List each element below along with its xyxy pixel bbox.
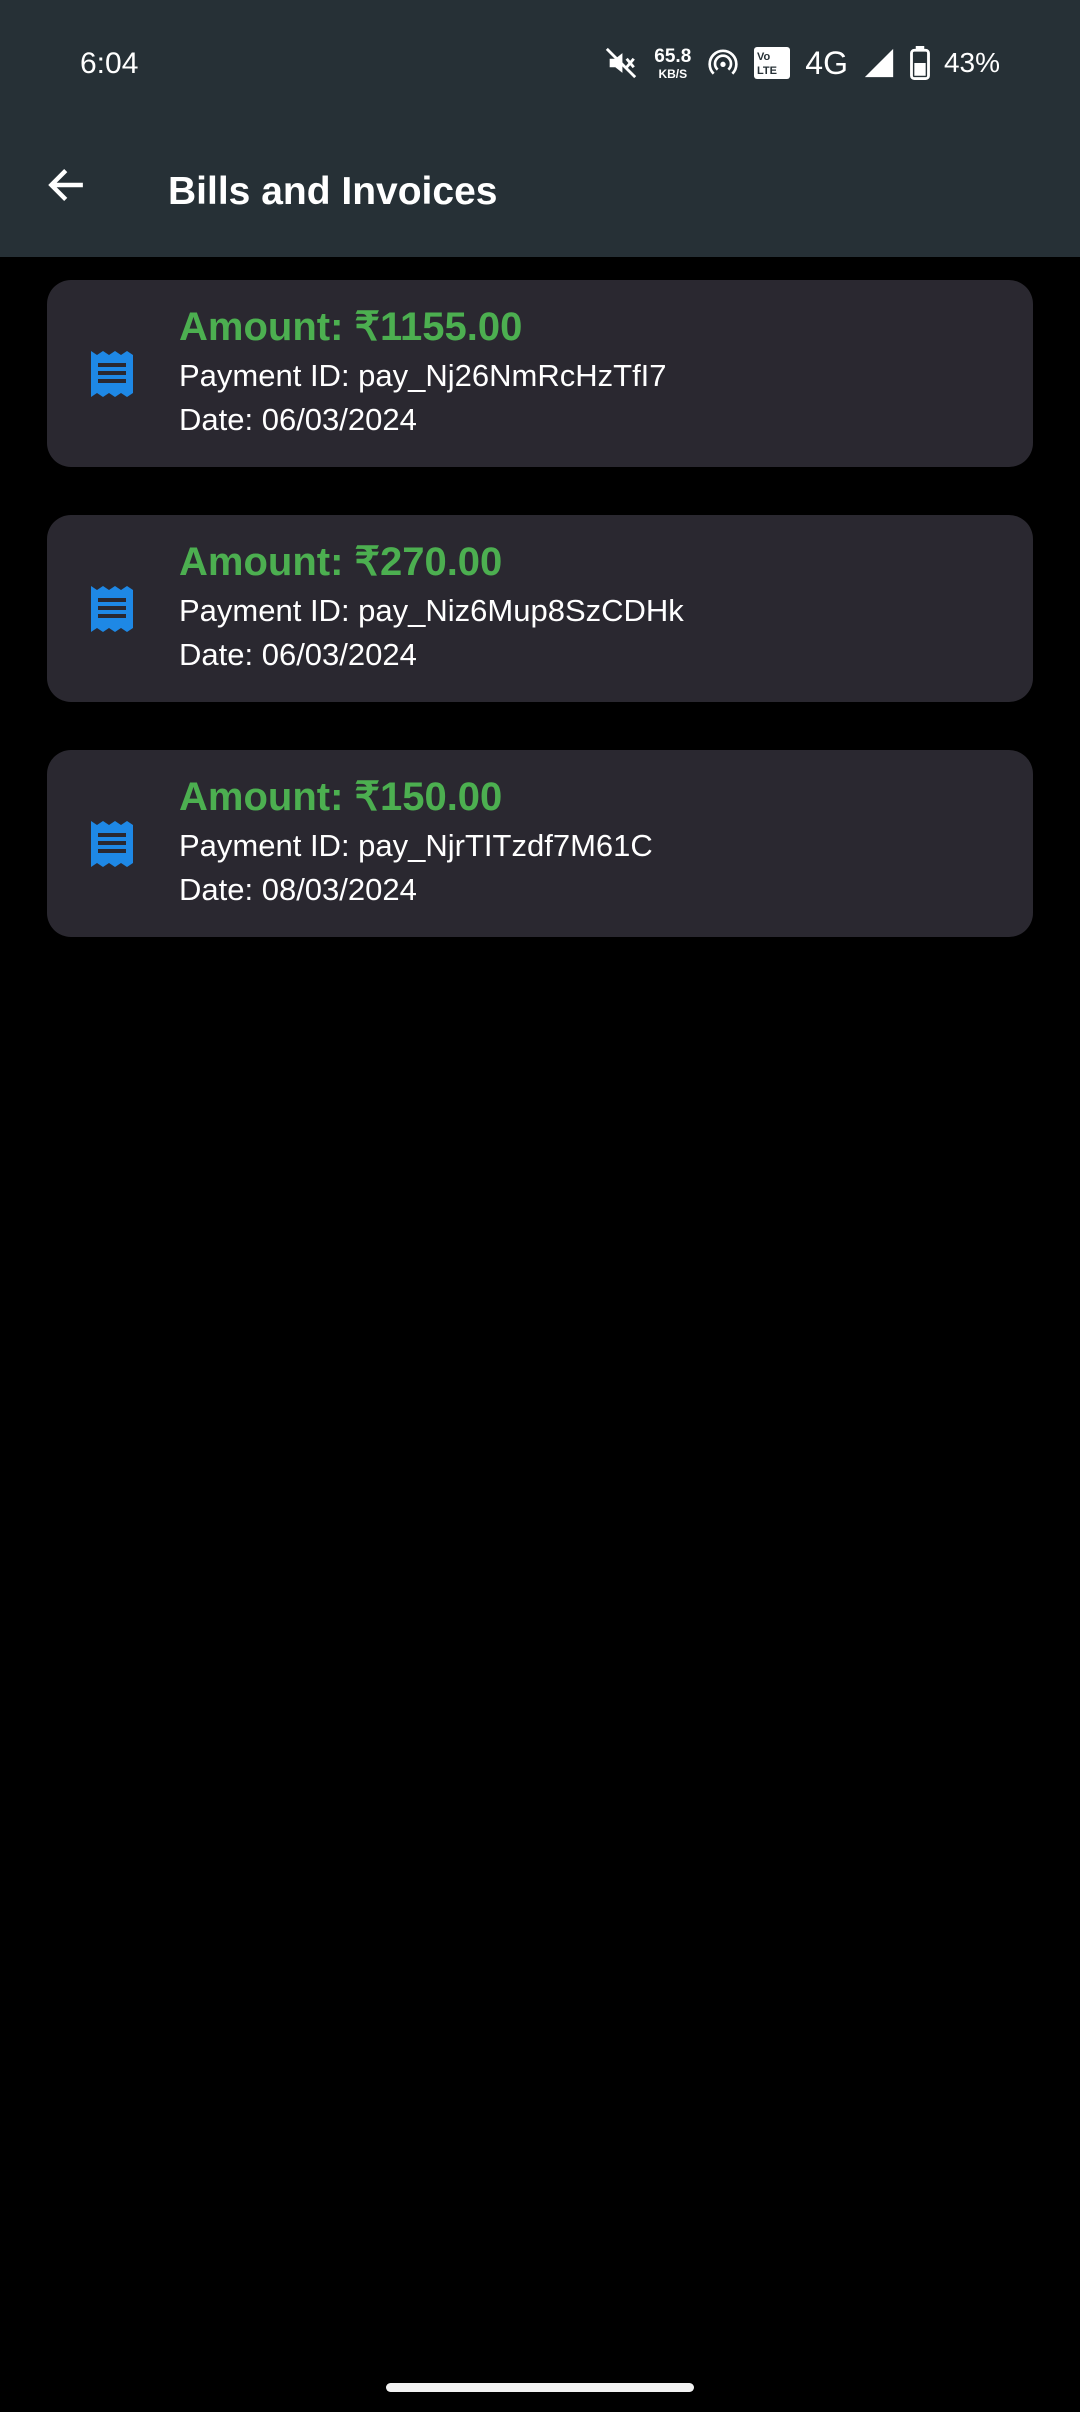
bill-date: Date: 06/03/2024 [179,402,417,437]
arrow-back-icon [44,163,88,212]
bill-payment-id: Payment ID: pay_NjrTITzdf7M61C [179,828,653,863]
battery-percent: 43% [943,47,1000,78]
bill-details: Amount: ₹1155.00 Payment ID: pay_Nj26NmR… [179,304,667,442]
bill-details: Amount: ₹270.00 Payment ID: pay_Niz6Mup8… [179,539,684,677]
bill-card[interactable]: Amount: ₹150.00 Payment ID: pay_NjrTITzd… [47,750,1033,937]
bill-list: Amount: ₹1155.00 Payment ID: pay_Nj26NmR… [47,280,1033,985]
volte-label-bottom: LTE [757,65,777,77]
receipt-icon [89,819,135,869]
net-speed-value: 65.8 [654,45,692,67]
bill-amount: Amount: ₹150.00 [179,775,503,819]
page-title: Bills and Invoices [168,170,498,213]
status-bar: 6:04 65.8 KB/S Vo LTE 4G 43% [0,0,1080,125]
network-type: 4G [805,45,848,81]
bill-card[interactable]: Amount: ₹270.00 Payment ID: pay_Niz6Mup8… [47,515,1033,702]
mute-icon [604,46,638,80]
bill-amount: Amount: ₹270.00 [179,540,503,584]
bill-card[interactable]: Amount: ₹1155.00 Payment ID: pay_Nj26NmR… [47,280,1033,467]
bill-date: Date: 08/03/2024 [179,872,417,907]
battery-icon [910,46,930,80]
gesture-nav-handle[interactable] [386,2383,694,2392]
status-icons: 65.8 KB/S Vo LTE 4G 43% [604,40,1000,86]
app-bar: Bills and Invoices [0,125,1080,257]
volte-icon: Vo LTE [753,46,791,80]
bill-payment-id: Payment ID: pay_Niz6Mup8SzCDHk [179,593,684,628]
bill-date: Date: 06/03/2024 [179,637,417,672]
net-speed: 65.8 KB/S [654,47,691,80]
hotspot-icon [707,47,739,79]
status-time: 6:04 [80,47,139,80]
bill-amount: Amount: ₹1155.00 [179,305,523,349]
net-speed-unit: KB/S [658,66,688,81]
bill-details: Amount: ₹150.00 Payment ID: pay_NjrTITzd… [179,774,653,912]
signal-icon [862,46,896,80]
receipt-icon [89,349,135,399]
bill-payment-id: Payment ID: pay_Nj26NmRcHzTfI7 [179,358,667,393]
receipt-icon [89,584,135,634]
volte-label-top: Vo [757,51,771,63]
bills-screen: 6:04 65.8 KB/S Vo LTE 4G 43% Bills and I… [0,0,1080,2412]
back-button[interactable] [34,155,98,219]
